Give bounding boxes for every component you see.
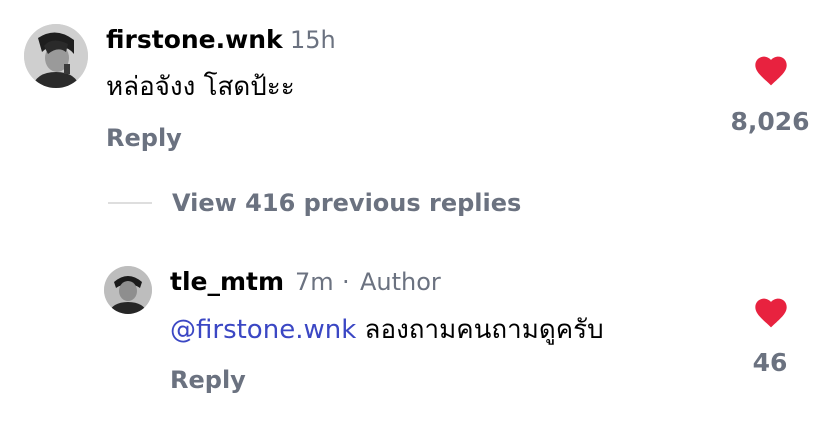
- reply-reply-button[interactable]: Reply: [170, 365, 246, 395]
- view-previous-replies-button[interactable]: View 416 previous replies: [172, 188, 521, 218]
- comment-like-count: 8,026: [730, 107, 810, 136]
- reply-meta-separator: ·: [342, 268, 350, 296]
- commenter-avatar[interactable]: [24, 24, 88, 88]
- heart-icon: [755, 298, 787, 328]
- reply-timestamp: 7m: [295, 268, 334, 296]
- commenter-username[interactable]: firstone.wnk: [106, 25, 283, 55]
- reply-like-button[interactable]: [754, 298, 788, 328]
- heart-icon: [755, 56, 787, 86]
- reply-author-avatar[interactable]: [104, 266, 152, 314]
- reply-username[interactable]: tle_mtm: [170, 267, 284, 297]
- comment-text: หล่อจังง โสดป้ะะ: [106, 72, 295, 102]
- author-badge: Author: [360, 268, 441, 296]
- comment-reply-button[interactable]: Reply: [106, 123, 182, 153]
- reply-text: ลองถามคนถามดูครับ: [364, 315, 604, 345]
- reply-like-count: 46: [752, 348, 788, 377]
- comment-like-button[interactable]: [754, 56, 788, 86]
- reply-mention-link[interactable]: @firstone.wnk: [170, 315, 356, 345]
- comment-timestamp: 15h: [290, 26, 336, 54]
- reply-text-line: @firstone.wnk ลองถามคนถามดูครับ: [170, 313, 604, 347]
- user-avatar-icon: [24, 24, 88, 88]
- user-avatar-icon: [104, 266, 152, 314]
- replies-divider: [108, 202, 152, 204]
